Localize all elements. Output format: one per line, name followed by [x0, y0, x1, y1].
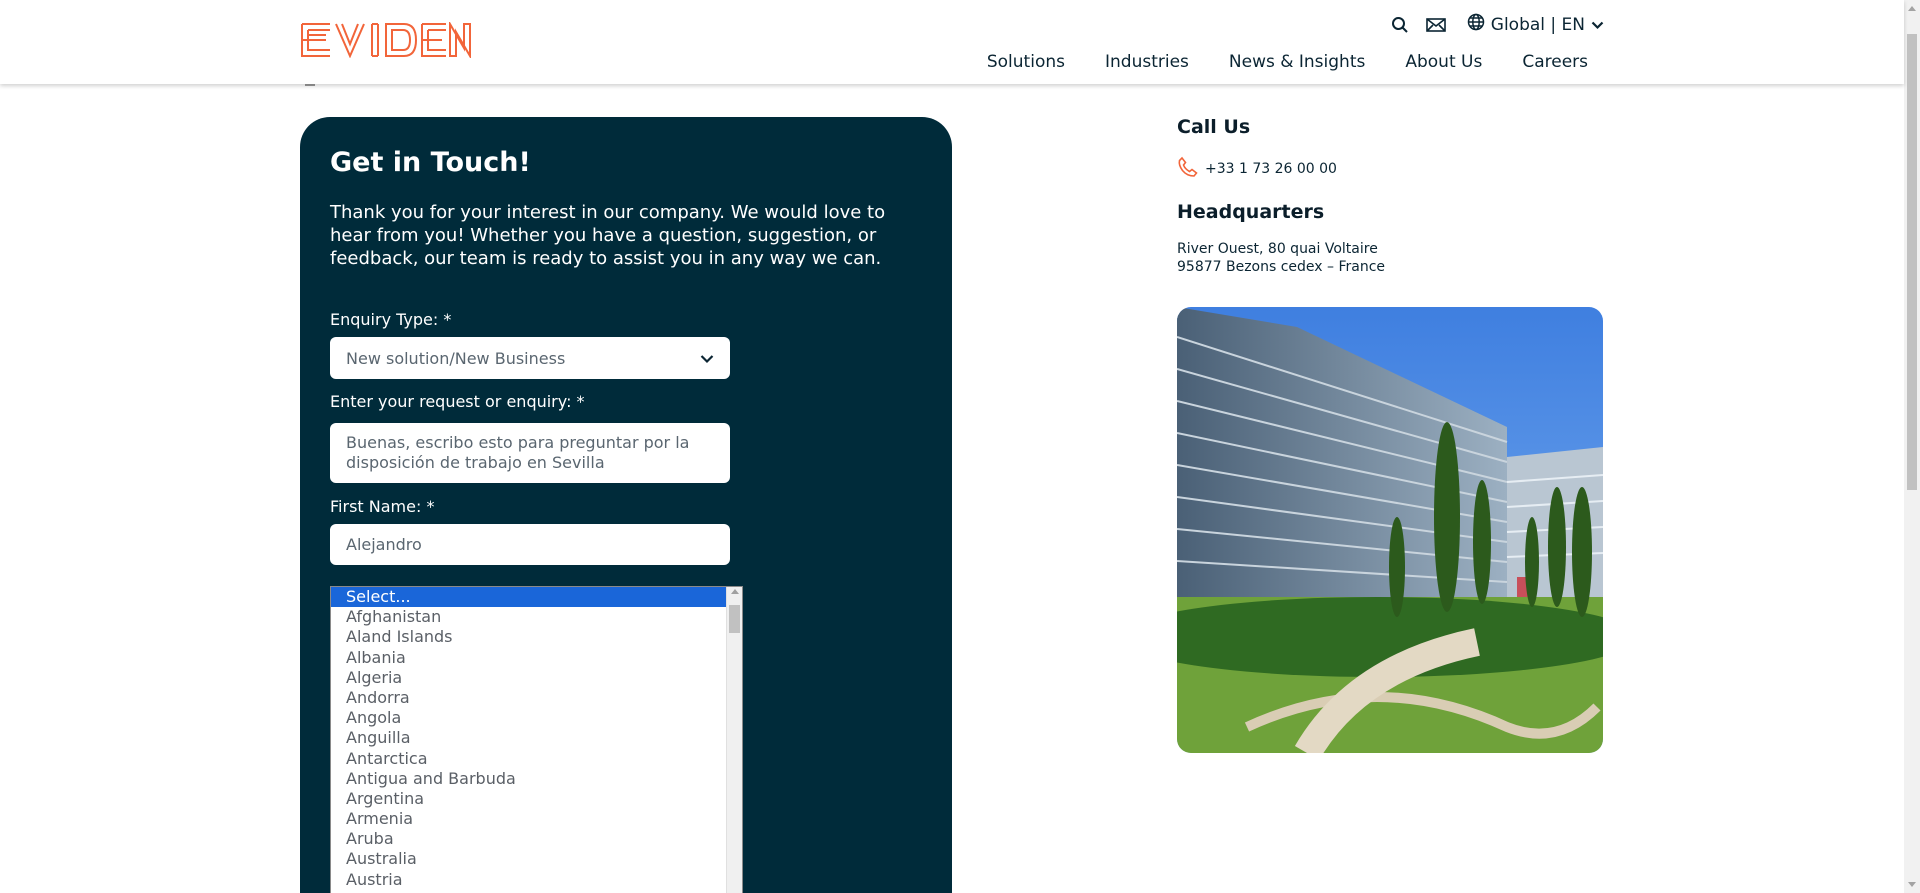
dropdown-scroll-thumb[interactable] — [729, 605, 740, 633]
header-utility-bar: Global | EN — [1389, 13, 1604, 36]
address-line-2: 95877 Bezons cedex – France — [1177, 259, 1386, 275]
eviden-logo[interactable] — [300, 22, 472, 60]
chevron-down-icon — [1591, 15, 1604, 35]
first-name-input[interactable]: Alejandro — [330, 524, 730, 565]
language-selector[interactable]: Global | EN — [1467, 13, 1604, 36]
enquiry-type-label: Enquiry Type: * — [330, 310, 452, 329]
phone-icon — [1177, 156, 1199, 182]
country-dropdown-list[interactable]: Select... Afghanistan Aland Islands Albania… — [330, 586, 743, 893]
country-option[interactable]: Argentina — [331, 789, 742, 809]
dropdown-scrollbar[interactable] — [726, 587, 742, 893]
divider — [305, 84, 315, 86]
scroll-down-arrow-icon[interactable] — [1908, 882, 1916, 887]
country-option[interactable]: Australia — [331, 849, 742, 869]
country-option[interactable]: Albania — [331, 648, 742, 668]
address-line-1: River Ouest, 80 quai Voltaire — [1177, 241, 1378, 257]
country-option[interactable]: Angola — [331, 708, 742, 728]
phone-line: +33 1 73 26 00 00 — [1177, 156, 1337, 182]
nav-news-insights[interactable]: News & Insights — [1229, 52, 1365, 72]
language-label: Global | EN — [1490, 14, 1585, 35]
enquiry-type-value: New solution/New Business — [346, 348, 566, 368]
headquarters-photo — [1177, 307, 1603, 753]
call-us-title: Call Us — [1177, 116, 1251, 138]
page-scroll-thumb[interactable] — [1907, 34, 1917, 490]
country-option[interactable]: Anguilla — [331, 728, 742, 748]
country-option[interactable]: Armenia — [331, 809, 742, 829]
country-option[interactable]: Austria — [331, 870, 742, 890]
main-nav: Solutions Industries News & Insights Abo… — [987, 52, 1588, 72]
headquarters-title: Headquarters — [1177, 201, 1325, 223]
nav-industries[interactable]: Industries — [1105, 52, 1189, 72]
request-label: Enter your request or enquiry: * — [330, 392, 585, 411]
country-option[interactable]: Algeria — [331, 668, 742, 688]
nav-solutions[interactable]: Solutions — [987, 52, 1065, 72]
site-header: Global | EN Solutions Industries News & … — [0, 0, 1904, 84]
country-option[interactable]: Select... — [331, 587, 742, 608]
enquiry-type-select[interactable]: New solution/New Business — [330, 337, 730, 379]
first-name-value: Alejandro — [346, 535, 422, 554]
phone-number[interactable]: +33 1 73 26 00 00 — [1205, 161, 1337, 177]
search-icon[interactable] — [1389, 14, 1411, 36]
form-intro: Thank you for your interest in our compa… — [330, 202, 886, 269]
country-option[interactable]: Antarctica — [331, 749, 742, 769]
headquarters-address: River Ouest, 80 quai Voltaire 95877 Bezo… — [1177, 240, 1385, 276]
country-option[interactable]: Aruba — [331, 829, 742, 849]
country-option[interactable]: Aland Islands — [331, 627, 742, 647]
page-scrollbar[interactable] — [1904, 0, 1920, 893]
request-textarea[interactable]: Buenas, escribo esto para preguntar por … — [330, 423, 730, 483]
globe-icon — [1467, 13, 1485, 36]
nav-careers[interactable]: Careers — [1522, 52, 1588, 72]
chevron-down-icon — [700, 349, 714, 368]
form-title: Get in Touch! — [330, 147, 531, 178]
country-option[interactable]: Andorra — [331, 688, 742, 708]
scroll-up-arrow-icon[interactable] — [1908, 6, 1916, 11]
country-option[interactable]: Afghanistan — [331, 607, 742, 627]
mail-icon[interactable] — [1425, 14, 1447, 36]
scroll-up-arrow-icon[interactable] — [731, 589, 739, 594]
nav-about-us[interactable]: About Us — [1405, 52, 1482, 72]
first-name-label: First Name: * — [330, 497, 435, 516]
request-value: Buenas, escribo esto para preguntar por … — [346, 433, 690, 472]
country-option[interactable]: Antigua and Barbuda — [331, 769, 742, 789]
country-options: Select... Afghanistan Aland Islands Albania… — [331, 587, 742, 890]
